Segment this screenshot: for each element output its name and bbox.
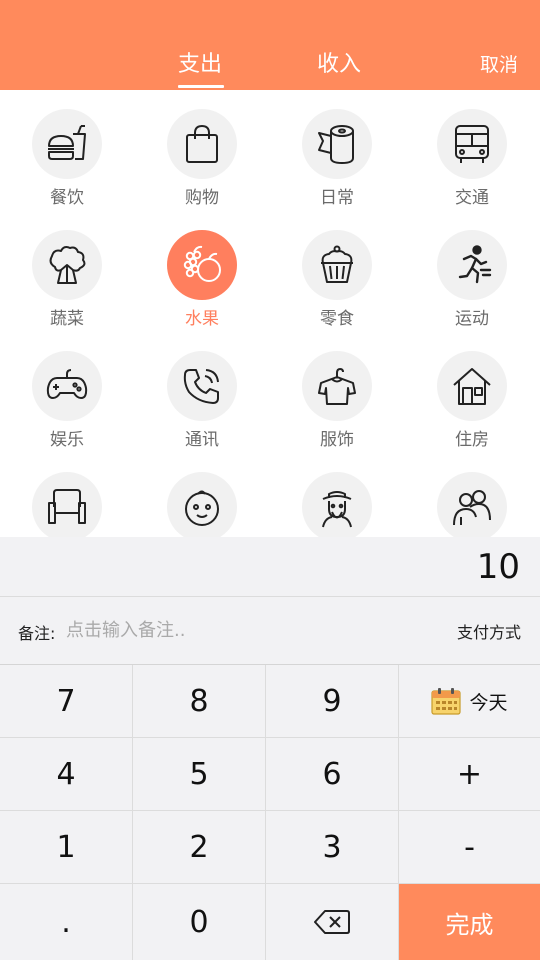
category-catering[interactable]: 餐饮 bbox=[17, 109, 117, 209]
category-label: 交通 bbox=[455, 188, 489, 208]
category-label: 水果 bbox=[185, 309, 219, 329]
top-bar: 支出 收入 取消 bbox=[0, 0, 540, 90]
running-icon bbox=[458, 245, 492, 284]
remark-row: 备注: 支付方式 bbox=[0, 597, 540, 665]
category-daily[interactable]: 日常 bbox=[287, 109, 387, 209]
category-entertainment[interactable]: 娱乐 bbox=[17, 351, 117, 451]
calendar-icon bbox=[431, 688, 462, 715]
key-4[interactable]: 4 bbox=[0, 738, 133, 811]
backspace-button[interactable] bbox=[266, 884, 399, 960]
clothes-icon bbox=[318, 368, 356, 405]
category-label: 娱乐 bbox=[50, 430, 84, 450]
category-icon-circle bbox=[437, 351, 507, 421]
category-label: 通讯 bbox=[185, 430, 219, 450]
cupcake-icon bbox=[321, 245, 353, 283]
category-vegetable[interactable]: 蔬菜 bbox=[17, 230, 117, 330]
category-transport[interactable]: 交通 bbox=[422, 109, 522, 209]
shopping-bag-icon bbox=[186, 125, 218, 163]
category-icon-circle bbox=[437, 109, 507, 179]
category-label: 日常 bbox=[320, 188, 354, 208]
category-icon-circle bbox=[302, 351, 372, 421]
gamepad-icon bbox=[46, 369, 88, 399]
category-icon-circle bbox=[302, 472, 372, 537]
category-label: 购物 bbox=[185, 188, 219, 208]
bus-icon bbox=[455, 125, 489, 163]
category-elder[interactable] bbox=[287, 472, 387, 537]
number-keypad: 7 8 9 今天 4 5 6 + 1 2 3 - . 0 完成 bbox=[0, 665, 540, 960]
category-shopping[interactable]: 购物 bbox=[152, 109, 252, 209]
category-sport[interactable]: 运动 bbox=[422, 230, 522, 330]
fastfood-icon bbox=[48, 125, 86, 160]
category-label: 运动 bbox=[455, 309, 489, 329]
key-minus[interactable]: - bbox=[399, 811, 540, 884]
tab-expense[interactable]: 支出 bbox=[170, 50, 230, 80]
category-icon-circle bbox=[437, 230, 507, 300]
category-furniture[interactable] bbox=[17, 472, 117, 537]
phone-icon bbox=[183, 369, 219, 404]
toilet-paper-icon bbox=[318, 125, 354, 164]
vegetable-icon bbox=[49, 246, 86, 284]
fruit-icon bbox=[183, 245, 221, 282]
cancel-button[interactable]: 取消 bbox=[480, 52, 518, 78]
baby-icon bbox=[185, 490, 219, 526]
category-label: 服饰 bbox=[320, 430, 354, 450]
active-tab-indicator bbox=[178, 85, 224, 88]
key-2[interactable]: 2 bbox=[133, 811, 266, 884]
category-label: 蔬菜 bbox=[50, 309, 84, 329]
category-icon-circle bbox=[302, 230, 372, 300]
key-3[interactable]: 3 bbox=[266, 811, 399, 884]
people-icon bbox=[453, 490, 491, 526]
payment-method-button[interactable]: 支付方式 bbox=[457, 619, 521, 643]
category-icon-circle bbox=[167, 472, 237, 537]
category-icon-circle bbox=[167, 351, 237, 421]
done-button[interactable]: 完成 bbox=[399, 884, 540, 960]
key-1[interactable]: 1 bbox=[0, 811, 133, 884]
remark-label: 备注: bbox=[18, 624, 56, 643]
key-7[interactable]: 7 bbox=[0, 665, 133, 738]
category-communication[interactable]: 通讯 bbox=[152, 351, 252, 451]
category-icon-circle bbox=[32, 230, 102, 300]
backspace-icon bbox=[314, 910, 350, 934]
amount-display-row: 10 bbox=[0, 537, 540, 597]
key-6[interactable]: 6 bbox=[266, 738, 399, 811]
category-social[interactable] bbox=[422, 472, 522, 537]
category-label: 住房 bbox=[455, 430, 489, 450]
category-fruit[interactable]: 水果 bbox=[152, 230, 252, 330]
category-snack[interactable]: 零食 bbox=[287, 230, 387, 330]
key-plus[interactable]: + bbox=[399, 738, 540, 811]
category-baby[interactable] bbox=[152, 472, 252, 537]
category-icon-circle bbox=[32, 109, 102, 179]
category-grid: 餐饮 购物 日常 交通 蔬菜 水果 零食 运动 娱乐 通讯 服饰 住房 bbox=[0, 90, 540, 537]
key-8[interactable]: 8 bbox=[133, 665, 266, 738]
category-housing[interactable]: 住房 bbox=[422, 351, 522, 451]
amount-value: 10 bbox=[476, 547, 520, 587]
tab-income[interactable]: 收入 bbox=[308, 50, 370, 80]
key-0[interactable]: 0 bbox=[133, 884, 266, 960]
elder-icon bbox=[322, 491, 352, 528]
remark-input[interactable] bbox=[66, 615, 366, 645]
sofa-icon bbox=[48, 489, 86, 524]
key-9[interactable]: 9 bbox=[266, 665, 399, 738]
date-label: 今天 bbox=[469, 691, 508, 714]
key-5[interactable]: 5 bbox=[133, 738, 266, 811]
category-icon-circle bbox=[167, 230, 237, 300]
category-icon-circle bbox=[32, 472, 102, 537]
category-icon-circle bbox=[167, 109, 237, 179]
house-icon bbox=[453, 368, 491, 405]
category-clothing[interactable]: 服饰 bbox=[287, 351, 387, 451]
category-icon-circle bbox=[302, 109, 372, 179]
category-label: 零食 bbox=[320, 309, 354, 329]
category-label: 餐饮 bbox=[50, 188, 84, 208]
date-button[interactable]: 今天 bbox=[399, 665, 540, 738]
key-dot[interactable]: . bbox=[0, 884, 133, 960]
category-icon-circle bbox=[32, 351, 102, 421]
category-icon-circle bbox=[437, 472, 507, 537]
